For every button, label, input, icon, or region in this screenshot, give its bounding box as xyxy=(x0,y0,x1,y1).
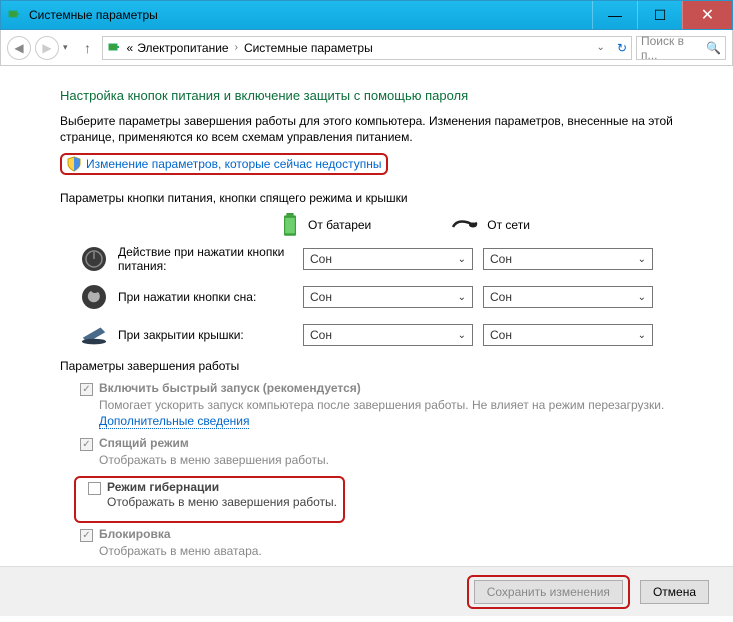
chevron-down-icon[interactable]: ⌄ xyxy=(597,42,605,53)
checkbox-hibernation xyxy=(88,482,101,495)
more-info-link[interactable]: Дополнительные сведения xyxy=(99,414,249,429)
chevron-down-icon: ⌄ xyxy=(458,292,466,303)
search-input[interactable]: Поиск в п... 🔍 xyxy=(636,36,726,60)
power-sources-header: От батареи От сети xyxy=(280,213,703,237)
chevron-down-icon: ⌄ xyxy=(638,330,646,341)
power-options-icon xyxy=(7,7,23,23)
search-icon: 🔍 xyxy=(706,41,721,55)
maximize-button[interactable]: ☐ xyxy=(637,1,682,29)
save-button[interactable]: Сохранить изменения xyxy=(474,580,623,604)
address-bar[interactable]: « Электропитание › Системные параметры ⌄… xyxy=(102,36,632,60)
ac-label: От сети xyxy=(487,218,530,232)
section-buttons-title: Параметры кнопки питания, кнопки спящего… xyxy=(60,191,703,205)
shield-icon xyxy=(66,156,82,172)
chevron-down-icon: ⌄ xyxy=(638,254,646,265)
titlebar: Системные параметры — ☐ ✕ xyxy=(0,0,733,30)
highlight-admin-link: Изменение параметров, которые сейчас нед… xyxy=(60,153,388,175)
page-description: Выберите параметры завершения работы для… xyxy=(60,113,703,145)
page-title: Настройка кнопок питания и включение защ… xyxy=(60,88,703,103)
power-options-icon xyxy=(107,40,123,56)
forward-button[interactable]: ▶ xyxy=(35,36,59,60)
fast-startup-desc: Помогает ускорить запуск компьютера посл… xyxy=(99,398,703,429)
chevron-down-icon: ⌄ xyxy=(458,254,466,265)
select-sleep-battery[interactable]: Сон⌄ xyxy=(303,286,473,308)
row-power-label: Действие при нажатии кнопки питания: xyxy=(118,245,293,273)
row-sleep-button: При нажатии кнопки сна: Сон⌄ Сон⌄ xyxy=(80,283,703,311)
fast-startup-label: Включить быстрый запуск (рекомендуется) xyxy=(99,381,361,395)
sleep-label: Спящий режим xyxy=(99,436,189,450)
breadcrumb-a[interactable]: Электропитание xyxy=(137,41,228,55)
row-lid: При закрытии крышки: Сон⌄ Сон⌄ xyxy=(80,321,703,349)
footer: Сохранить изменения Отмена xyxy=(0,566,733,616)
select-sleep-ac[interactable]: Сон⌄ xyxy=(483,286,653,308)
select-power-battery[interactable]: Сон⌄ xyxy=(303,248,473,270)
window-title: Системные параметры xyxy=(29,8,592,22)
battery-icon xyxy=(280,213,300,237)
content-area: Настройка кнопок питания и включение защ… xyxy=(0,66,733,566)
lock-desc: Отображать в меню аватара. xyxy=(99,544,703,560)
select-power-ac[interactable]: Сон⌄ xyxy=(483,248,653,270)
back-button[interactable]: ◀ xyxy=(7,36,31,60)
sleep-button-icon xyxy=(80,283,108,311)
power-button-icon xyxy=(80,245,108,273)
toolbar: ◀ ▶ ▾ ↑ « Электропитание › Системные пар… xyxy=(0,30,733,66)
cancel-button[interactable]: Отмена xyxy=(640,580,709,604)
close-button[interactable]: ✕ xyxy=(682,1,732,29)
breadcrumb-b[interactable]: Системные параметры xyxy=(244,41,373,55)
admin-link[interactable]: Изменение параметров, которые сейчас нед… xyxy=(86,157,382,171)
battery-label: От батареи xyxy=(308,218,371,232)
select-lid-battery[interactable]: Сон⌄ xyxy=(303,324,473,346)
chevron-down-icon: ⌄ xyxy=(638,292,646,303)
chevron-right-icon: › xyxy=(235,42,238,53)
checkbox-lock: ✓ Блокировка xyxy=(80,527,703,542)
laptop-lid-icon xyxy=(80,321,108,349)
hibernation-desc: Отображать в меню завершения работы. xyxy=(107,495,337,511)
checkbox-icon: ✓ xyxy=(80,529,93,542)
refresh-button[interactable]: ↻ xyxy=(617,41,627,55)
history-dropdown[interactable]: ▾ xyxy=(63,42,68,53)
section-shutdown-title: Параметры завершения работы xyxy=(60,359,703,373)
minimize-button[interactable]: — xyxy=(592,1,637,29)
search-placeholder: Поиск в п... xyxy=(641,34,702,62)
checkbox-fast-startup: ✓ Включить быстрый запуск (рекомендуется… xyxy=(80,381,703,396)
checkbox-icon: ✓ xyxy=(80,438,93,451)
sleep-desc: Отображать в меню завершения работы. xyxy=(99,453,703,469)
checkbox-icon: ✓ xyxy=(80,383,93,396)
breadcrumb-prefix: « xyxy=(127,41,134,55)
up-button[interactable]: ↑ xyxy=(78,38,98,58)
hibernation-label: Режим гибернации xyxy=(107,480,219,494)
row-lid-label: При закрытии крышки: xyxy=(118,328,293,342)
row-power-button: Действие при нажатии кнопки питания: Сон… xyxy=(80,245,703,273)
highlight-hibernation: Режим гибернации Отображать в меню завер… xyxy=(74,476,345,523)
highlight-save-button: Сохранить изменения xyxy=(467,575,630,609)
select-lid-ac[interactable]: Сон⌄ xyxy=(483,324,653,346)
plug-icon xyxy=(451,217,479,233)
row-sleep-label: При нажатии кнопки сна: xyxy=(118,290,293,304)
checkbox-sleep: ✓ Спящий режим xyxy=(80,436,703,451)
chevron-down-icon: ⌄ xyxy=(458,330,466,341)
lock-label: Блокировка xyxy=(99,527,171,541)
